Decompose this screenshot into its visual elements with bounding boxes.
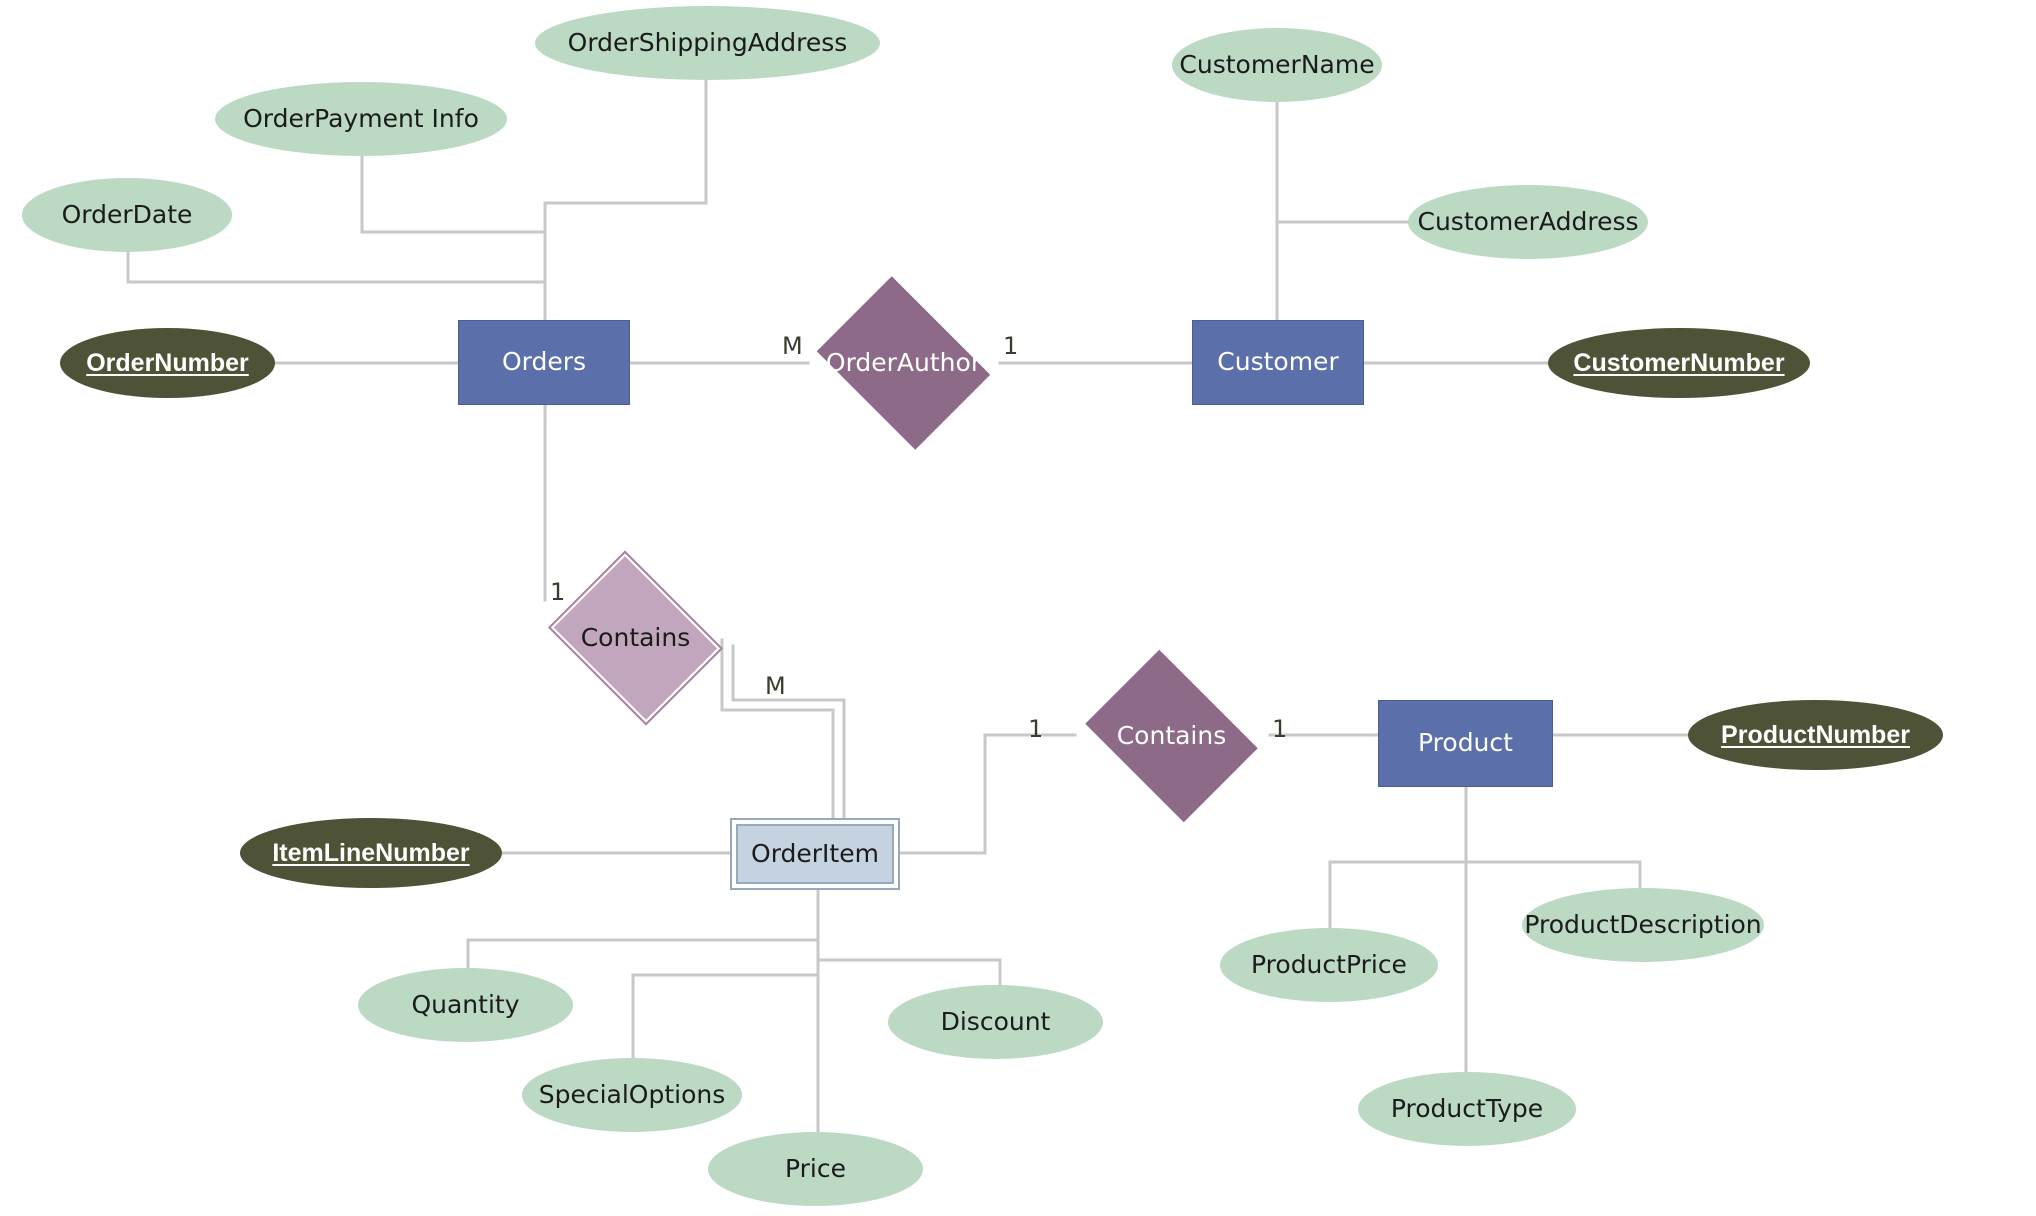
entity-orders[interactable]: Orders: [458, 320, 630, 405]
attribute-quantity-label: Quantity: [411, 989, 520, 1019]
relationship-contains-orderitem-label: Contains: [580, 622, 691, 652]
attribute-orderdate[interactable]: OrderDate: [22, 178, 232, 252]
attribute-specialoptions[interactable]: SpecialOptions: [522, 1058, 742, 1132]
attribute-customernumber[interactable]: CustomerNumber: [1548, 328, 1810, 398]
cardinality-containsprod-product: 1: [1272, 715, 1288, 743]
attribute-ordernumber[interactable]: OrderNumber: [60, 328, 275, 398]
attribute-itemlinenumber[interactable]: ItemLineNumber: [240, 818, 502, 888]
entity-product-label: Product: [1418, 728, 1513, 758]
attribute-orderpayment-info-label: OrderPayment Info: [243, 103, 479, 133]
entity-product[interactable]: Product: [1378, 700, 1553, 787]
cardinality-orderauthor-customer: 1: [1003, 332, 1019, 360]
attribute-productnumber-label: ProductNumber: [1721, 720, 1910, 749]
attribute-orderdate-label: OrderDate: [61, 199, 193, 229]
attribute-ordernumber-label: OrderNumber: [86, 348, 249, 377]
entity-orderitem-label: OrderItem: [751, 838, 879, 868]
attribute-productdescription-label: ProductDescription: [1524, 909, 1762, 939]
attribute-productdescription[interactable]: ProductDescription: [1522, 888, 1764, 962]
attribute-customeraddress[interactable]: CustomerAddress: [1408, 185, 1648, 259]
edge-contains-orderitem-a: [720, 638, 835, 824]
relationship-orderauthor-label: OrderAuthor: [825, 347, 982, 377]
attribute-ordershippingaddress[interactable]: OrderShippingAddress: [535, 6, 880, 80]
entity-customer[interactable]: Customer: [1192, 320, 1364, 405]
cardinality-orders-contains: 1: [550, 578, 566, 606]
relationship-contains-product-label: Contains: [1116, 720, 1227, 750]
attribute-customername[interactable]: CustomerName: [1172, 28, 1382, 102]
attribute-customeraddress-label: CustomerAddress: [1417, 206, 1639, 236]
attribute-productprice-label: ProductPrice: [1251, 949, 1407, 979]
edge-orderpaymentinfo-orders: [360, 153, 547, 234]
attribute-price[interactable]: Price: [708, 1132, 923, 1206]
attribute-ordershippingaddress-label: OrderShippingAddress: [567, 27, 848, 57]
relationship-orderauthor[interactable]: OrderAuthor: [805, 276, 1002, 450]
entity-customer-label: Customer: [1217, 347, 1339, 377]
attribute-orderpayment-info[interactable]: OrderPayment Info: [215, 82, 507, 156]
er-diagram-canvas: OrderDate OrderPayment Info OrderShippin…: [0, 0, 2036, 1216]
cardinality-orders-orderauthor: M: [782, 332, 803, 360]
relationship-contains-orderitem[interactable]: Contains: [538, 553, 733, 723]
attribute-customernumber-label: CustomerNumber: [1573, 348, 1785, 377]
entity-orders-label: Orders: [501, 347, 587, 377]
attribute-specialoptions-label: SpecialOptions: [538, 1079, 726, 1109]
cardinality-orderitem-containsprod: 1: [1028, 715, 1044, 743]
attribute-customername-label: CustomerName: [1179, 49, 1375, 79]
attribute-discount-label: Discount: [940, 1006, 1051, 1036]
attribute-price-label: Price: [785, 1153, 846, 1183]
attribute-quantity[interactable]: Quantity: [358, 968, 573, 1042]
relationship-contains-product[interactable]: Contains: [1073, 649, 1270, 823]
edge-ordershipping-orders: [543, 76, 708, 205]
cardinality-contains-orderitem: M: [765, 672, 786, 700]
attribute-producttype[interactable]: ProductType: [1358, 1072, 1576, 1146]
edge-orderitem-containsprod: [896, 733, 1077, 855]
attribute-discount[interactable]: Discount: [888, 985, 1103, 1059]
attribute-producttype-label: ProductType: [1390, 1093, 1544, 1123]
attribute-productprice[interactable]: ProductPrice: [1220, 928, 1438, 1002]
edge-contains-orderitem-b: [731, 644, 846, 824]
attribute-itemlinenumber-label: ItemLineNumber: [272, 838, 470, 867]
attribute-productnumber[interactable]: ProductNumber: [1688, 700, 1943, 770]
entity-orderitem[interactable]: OrderItem: [730, 818, 900, 890]
